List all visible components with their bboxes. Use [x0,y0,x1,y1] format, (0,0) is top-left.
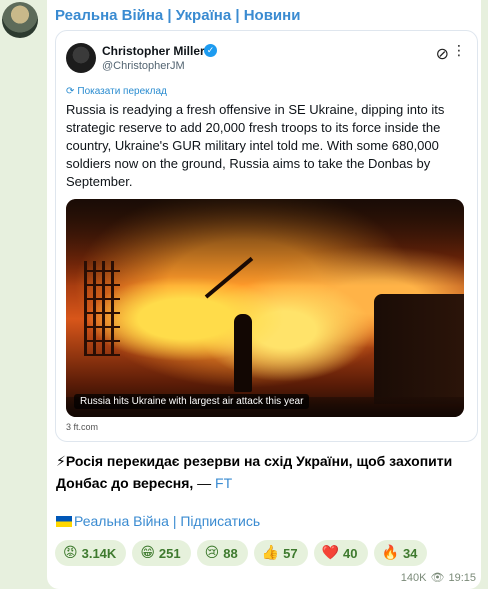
tweet-text: Russia is readying a fresh offensive in … [66,102,445,189]
translate-icon: ⟳ [66,86,75,97]
thumbs-up-icon: 👍 [261,545,280,561]
reaction-grin[interactable]: 😁 251 [132,540,191,566]
ft-link[interactable]: FT [215,475,232,491]
subscribe-link[interactable]: Реальна Війна | Підписатись [56,513,260,529]
tweet-author-avatar[interactable] [66,43,96,73]
reaction-angry[interactable]: 😡 3.14K [55,540,127,566]
reactions-bar: 😡 3.14K 😁 251 😢 88 👍 57 ❤️ 40 🔥 34 [55,540,428,566]
x-logo-icon: ⊘ [435,46,449,63]
more-options-icon[interactable]: ⋮ [452,42,466,59]
reaction-fire[interactable]: 🔥 34 [373,540,428,566]
reaction-count: 251 [158,545,181,561]
image-caption: Russia hits Ukraine with largest air att… [74,394,310,409]
image-tank [374,294,464,404]
message-text: ⚡Росія перекидає резерви на схід України… [56,450,476,494]
image-structure [84,261,120,356]
channel-name[interactable]: Реальна Війна | Україна | Новини [55,7,300,24]
view-count: 140K [400,572,427,584]
lightning-icon: ⚡ [56,453,66,469]
ukraine-flag-icon [56,516,72,527]
tweet-author-handle[interactable]: @ChristopherJM [102,60,185,72]
crying-face-icon: 😢 [204,545,220,561]
eye-icon: 👁 [430,572,445,584]
message-meta: 140K 👁 19:15 [401,571,476,584]
grinning-face-icon: 😁 [140,545,155,561]
verified-badge-icon: ✓ [204,44,217,57]
message-dash: — [193,475,216,491]
reaction-heart[interactable]: ❤️ 40 [313,540,368,566]
tweet-image[interactable]: Russia hits Ukraine with largest air att… [66,199,464,417]
channel-avatar[interactable] [2,2,38,38]
translate-label: Показати переклад [77,86,167,97]
subscribe-label: Реальна Війна | Підписатись [74,513,261,529]
heart-icon: ❤️ [321,545,340,561]
show-translation-link[interactable]: ⟳ Показати переклад [66,86,167,97]
reaction-count: 40 [343,545,358,561]
reaction-count: 3.14K [81,545,117,561]
link-source[interactable]: 3 ft.com [66,422,98,432]
fire-icon: 🔥 [381,545,399,561]
image-smoke [66,199,464,287]
angry-face-icon: 😡 [63,545,78,561]
tweet-card[interactable]: Christopher Miller ✓ @ChristopherJM ⊘ ⋮ … [55,30,478,442]
tweet-author-name[interactable]: Christopher Miller [102,44,205,58]
message-bubble: Christopher Miller ✓ @ChristopherJM ⊘ ⋮ … [47,0,481,589]
reaction-count: 34 [402,545,418,561]
message-time: 19:15 [448,572,476,584]
reaction-count: 57 [283,545,298,561]
reaction-count: 88 [223,545,238,561]
reaction-cry[interactable]: 😢 88 [196,540,248,566]
image-firefighter [234,314,252,392]
message-body: Росія перекидає резерви на схід України,… [56,453,453,491]
reaction-thumbs-up[interactable]: 👍 57 [253,540,308,566]
